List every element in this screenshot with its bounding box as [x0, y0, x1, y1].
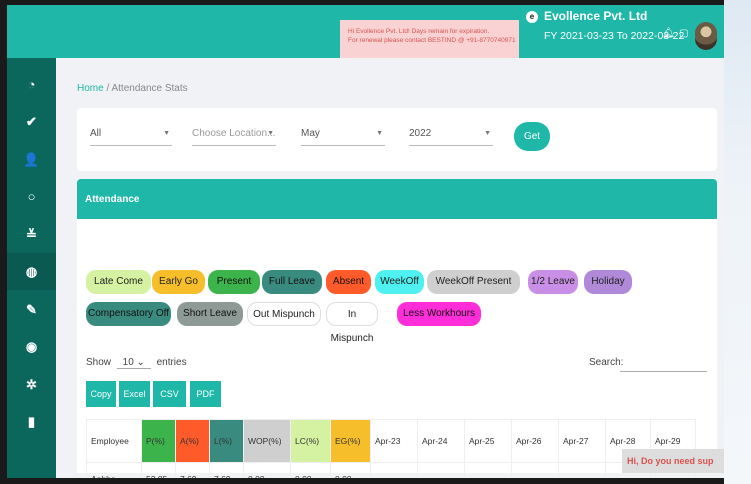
breadcrumb: Home / Attendance Stats [77, 83, 188, 94]
expiry-alert: Hi Evollence Pvt. Ltd! Days remain for e… [340, 20, 519, 58]
table-row: Aabha53.857.697.690.000.000.00 [86, 462, 696, 478]
column-header-apr-27[interactable]: Apr-27 [558, 419, 606, 463]
table-cell: 0.00 [290, 462, 331, 478]
compass-icon[interactable]: ◍ [7, 253, 56, 290]
column-header-eg[interactable]: EG(%) [330, 419, 371, 463]
edit-box-icon[interactable]: ✎ [7, 291, 56, 328]
year-select[interactable]: 2022 ▼ [409, 126, 493, 146]
csv-button[interactable]: CSV [153, 381, 186, 407]
search-input[interactable] [620, 352, 707, 372]
top-bar: Hi Evollence Pvt. Ltd! Days remain for e… [7, 5, 724, 58]
legend-chip-1-2-leave[interactable]: 1/2 Leave [528, 270, 578, 294]
table-cell: 7.69 [175, 462, 210, 478]
id-card-icon[interactable]: ▮ [7, 403, 56, 440]
globe-icon[interactable]: ◉ [7, 328, 56, 365]
attendance-table: Employee P(%) A(%) L(%) WOP(%) LC(%) EG(%) Apr-… [86, 419, 696, 478]
search-label: Search: [589, 357, 624, 368]
expiry-alert-line1: Hi Evollence Pvt. Ltd! Days remain for e… [348, 28, 490, 35]
app-window: Hi Evollence Pvt. Ltd! Days remain for e… [7, 5, 724, 478]
table-cell: 0.00 [330, 462, 371, 478]
table-cell [511, 462, 559, 478]
legend-chip-full-leave[interactable]: Full Leave [262, 270, 322, 294]
show-label: Show [86, 357, 112, 368]
chevron-down-icon: ▼ [484, 130, 491, 137]
copy-button[interactable]: Copy [86, 381, 116, 407]
column-header-l[interactable]: L(%) [209, 419, 244, 463]
user-icon[interactable]: 👤 [7, 141, 56, 178]
chat-widget[interactable]: Hi, Do you need sup [622, 449, 724, 473]
legend-chip-present[interactable]: Present [208, 270, 260, 294]
excel-button[interactable]: Excel [119, 381, 150, 407]
company-logo-icon: e [526, 11, 538, 23]
table-cell [370, 462, 418, 478]
chevron-down-icon: ▼ [376, 130, 383, 137]
company-name[interactable]: Evollence Pvt. Ltd [544, 9, 647, 23]
background-decoration [724, 0, 751, 484]
legend-chip-early-go[interactable]: Early Go [152, 270, 205, 294]
breadcrumb-current: Attendance Stats [111, 83, 188, 94]
legend-chip-out-mispunch[interactable]: Out Mispunch [247, 302, 321, 326]
shield-check-icon[interactable]: ✔ [7, 103, 56, 140]
column-header-apr-23[interactable]: Apr-23 [370, 419, 418, 463]
month-select[interactable]: May ▼ [301, 126, 385, 146]
table-cell [558, 462, 606, 478]
legend-chip-weekoff-present[interactable]: WeekOff Present [427, 270, 520, 294]
legend-chip-short-leave[interactable]: Short Leave [177, 302, 243, 326]
legend-chip-compensatory-off[interactable]: Compensatory Off [86, 302, 171, 326]
entries-label: entries [156, 357, 187, 368]
page-length-select[interactable]: 10 ⌄ [116, 357, 151, 369]
column-header-lc[interactable]: LC(%) [290, 419, 331, 463]
sidebar: ◔ ✔ 👤 ○ ≚ ◍ ✎ ◉ ✲ ▮ [7, 58, 56, 478]
filter-card: All ▼ Choose Location... ▼ May ▼ 2022 ▼ … [77, 108, 717, 171]
table-cell [417, 462, 465, 478]
table-cell: 7.69 [209, 462, 244, 478]
calendar-icon[interactable]: ▢ [679, 28, 688, 39]
table-cell: 53.85 [141, 462, 176, 478]
expiry-alert-line2: For renewal please contact BESTIND @ +91… [348, 37, 516, 44]
column-header-employee[interactable]: Employee [86, 419, 142, 463]
dashboard-icon[interactable]: ◔ [7, 66, 56, 103]
column-header-a[interactable]: A(%) [175, 419, 210, 463]
swim-icon[interactable]: ≚ [7, 216, 56, 253]
chevron-down-icon: ▼ [163, 130, 170, 137]
employee-select[interactable]: All ▼ [90, 126, 172, 146]
bell-icon[interactable]: 🔔︎ [662, 28, 675, 39]
table-cell [464, 462, 512, 478]
legend-chip-absent[interactable]: Absent [326, 270, 371, 294]
virus-icon[interactable]: ✲ [7, 366, 56, 403]
location-select[interactable]: Choose Location... ▼ [192, 126, 276, 146]
page-length-value: 10 [122, 357, 134, 368]
attendance-header: Attendance [77, 179, 717, 219]
year-select-value: 2022 [409, 128, 432, 139]
avatar[interactable] [695, 22, 717, 50]
column-header-apr-24[interactable]: Apr-24 [417, 419, 465, 463]
page-length-control: Show 10 ⌄ entries [86, 357, 187, 369]
pdf-button[interactable]: PDF [190, 381, 221, 407]
legend-chip-less-workhours[interactable]: Less Workhours [397, 302, 481, 326]
legend-chip-in-mispunch[interactable]: In Mispunch [326, 302, 378, 344]
table-cell: Aabha [86, 462, 142, 478]
table-cell: 0.00 [243, 462, 291, 478]
get-button[interactable]: Get [514, 122, 550, 151]
chevron-down-icon: ⌄ [136, 357, 145, 368]
legend-chip-late-come[interactable]: Late Come [86, 270, 151, 294]
legend-chip-holiday[interactable]: Holiday [584, 270, 632, 294]
column-header-apr-26[interactable]: Apr-26 [511, 419, 559, 463]
column-header-wop[interactable]: WOP(%) [243, 419, 291, 463]
column-header-apr-25[interactable]: Apr-25 [464, 419, 512, 463]
column-header-p[interactable]: P(%) [141, 419, 176, 463]
employee-select-value: All [90, 128, 102, 139]
month-select-value: May [301, 128, 320, 139]
chevron-down-icon: ▼ [267, 130, 274, 137]
location-select-placeholder: Choose Location... [192, 128, 276, 139]
table-body: Aabha53.857.697.690.000.000.00 [86, 462, 696, 478]
ring-icon[interactable]: ○ [7, 178, 56, 215]
table-header-row: Employee P(%) A(%) L(%) WOP(%) LC(%) EG(%) Apr-… [86, 419, 696, 463]
breadcrumb-home[interactable]: Home [77, 83, 104, 94]
legend-chip-weekoff[interactable]: WeekOff [375, 270, 424, 294]
